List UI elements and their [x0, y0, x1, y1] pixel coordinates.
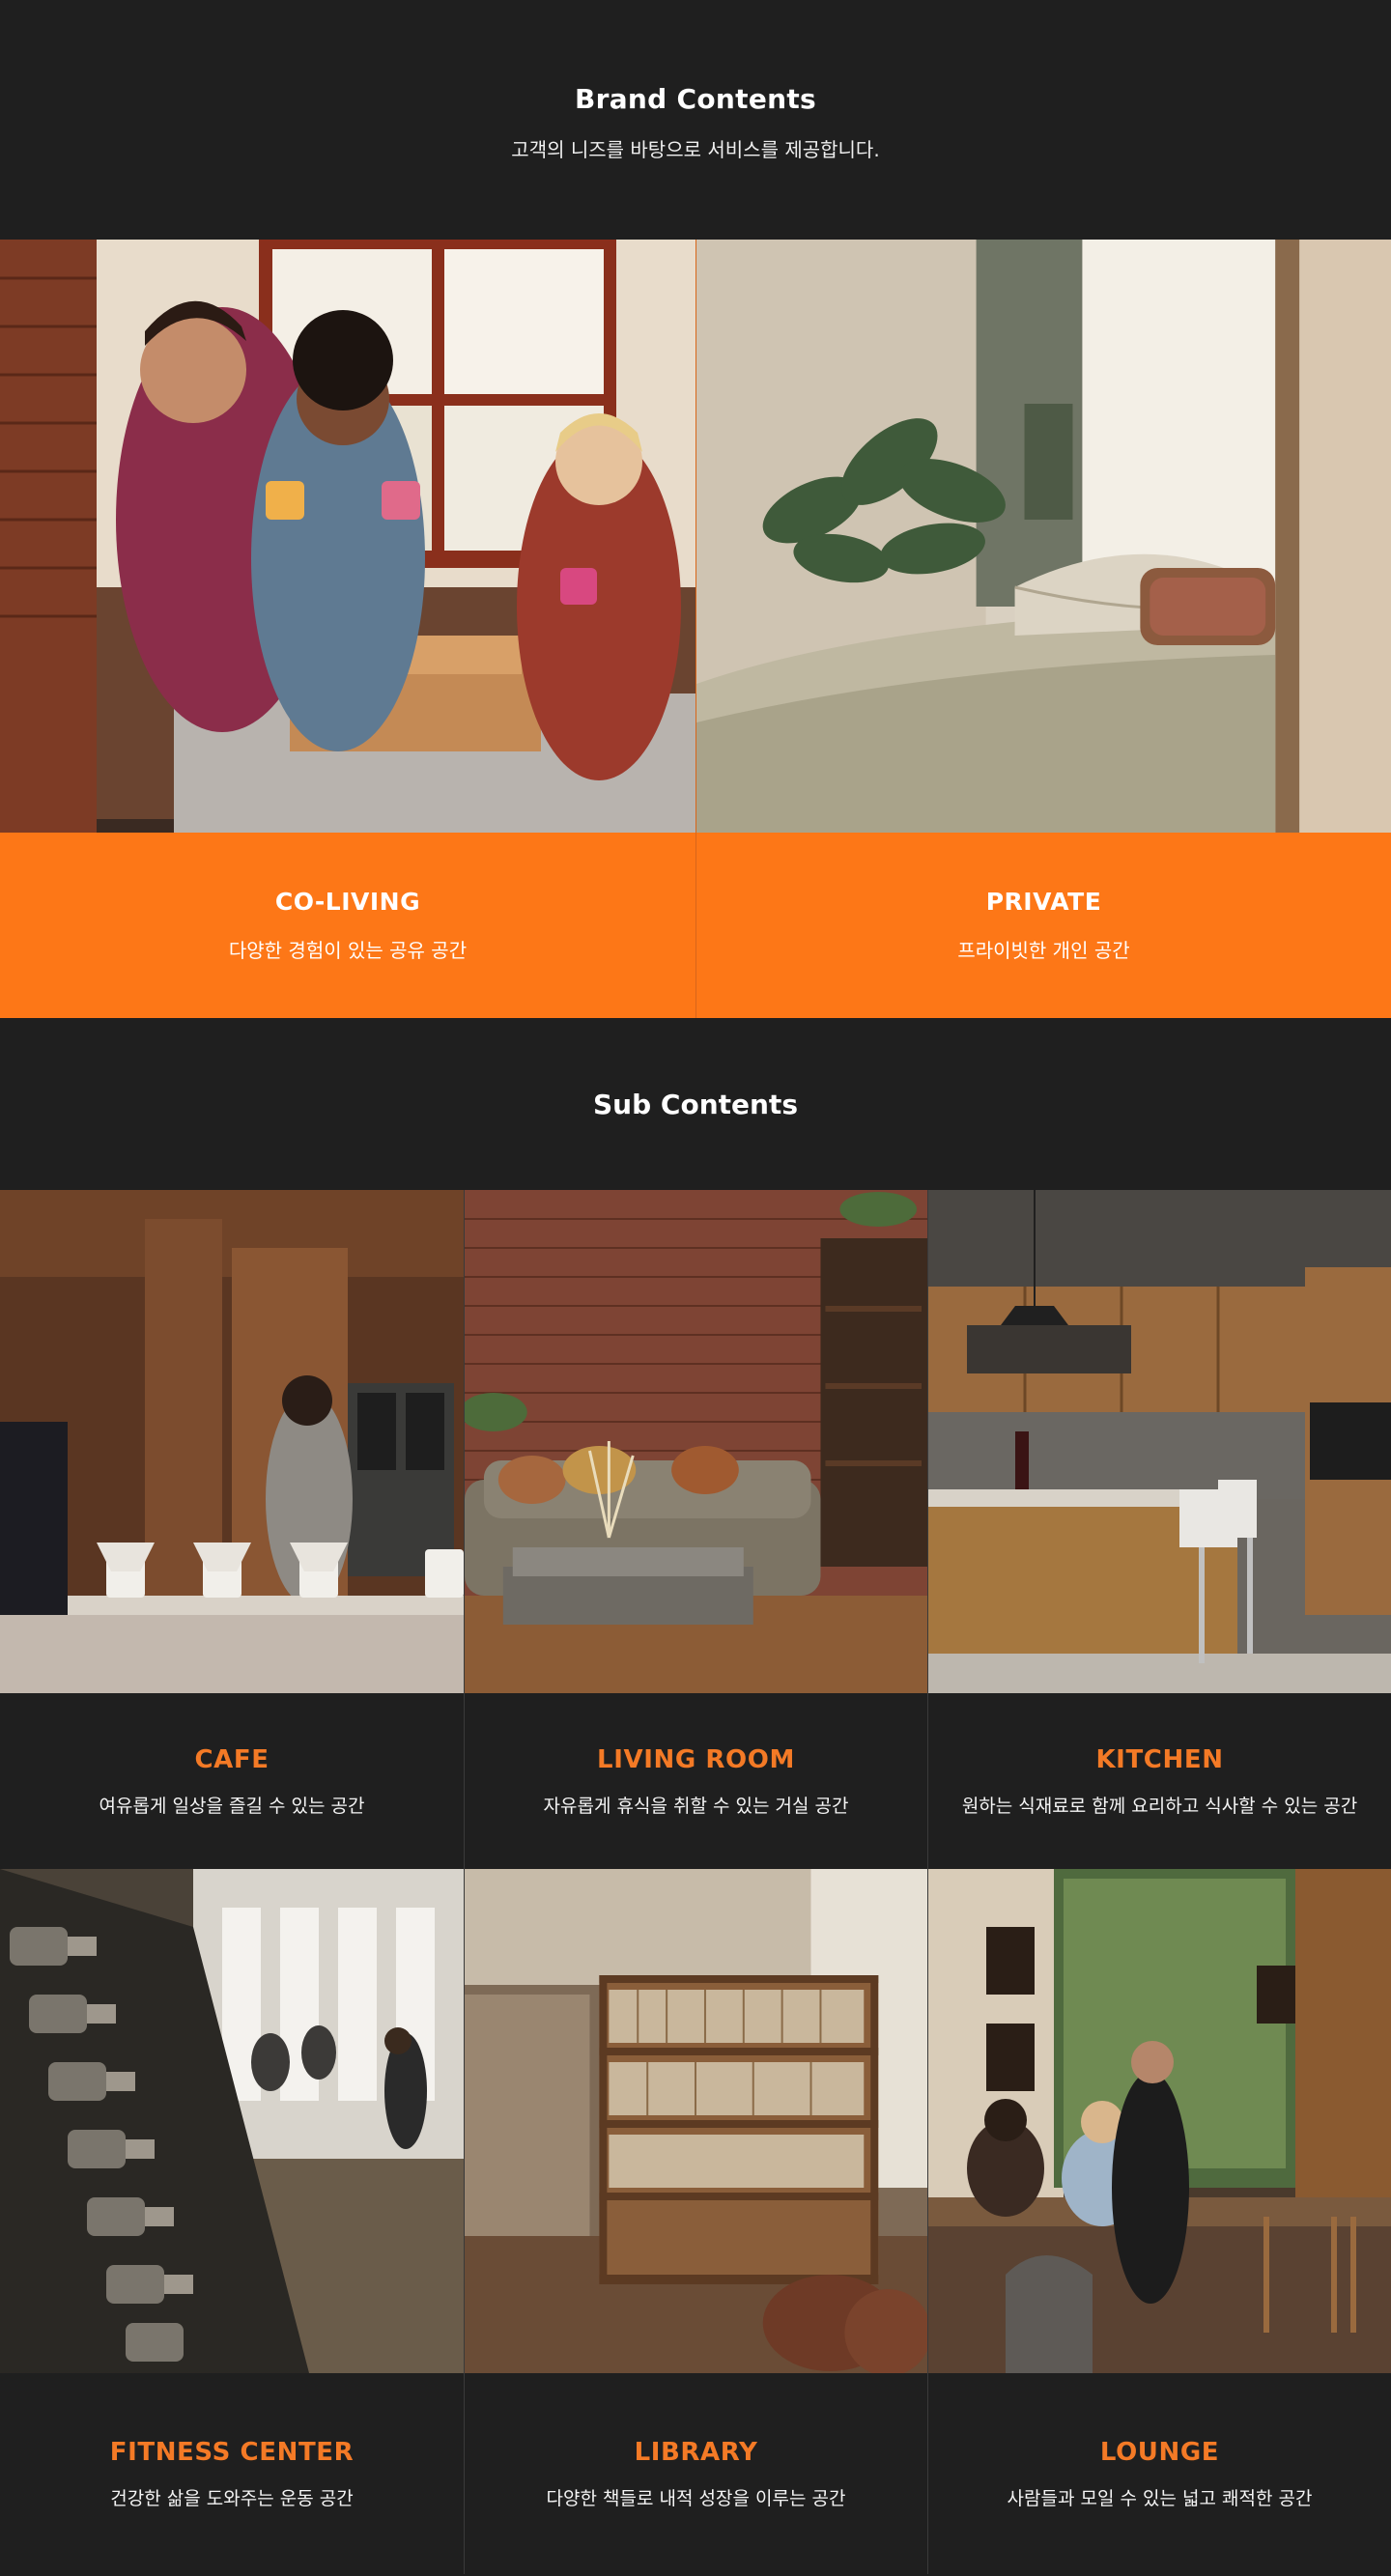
sub-card-cafe[interactable]: CAFE 여유롭게 일상을 즐길 수 있는 공간: [0, 1190, 464, 1869]
sub-cards-row-2: FITNESS CENTER 건강한 삶을 도와주는 운동 공간 LIBRARY…: [0, 1869, 1391, 2574]
sub-card-kitchen[interactable]: KITCHEN 원하는 식재료로 함께 요리하고 식사할 수 있는 공간: [928, 1190, 1391, 1869]
cafe-title: CAFE: [194, 1744, 270, 1774]
library-desc: 다양한 책들로 내적 성장을 이루는 공간: [546, 2487, 846, 2509]
kitchen-desc: 원하는 식재료로 함께 요리하고 식사할 수 있는 공간: [961, 1795, 1358, 1817]
brand-cards: CO-LIVING 다양한 경험이 있는 공유 공간 PRIVATE 프라이빗한…: [0, 240, 1391, 1018]
sub-card-fitness-center[interactable]: FITNESS CENTER 건강한 삶을 도와주는 운동 공간: [0, 1869, 464, 2574]
library-title: LIBRARY: [634, 2437, 758, 2467]
sub-card-library[interactable]: LIBRARY 다양한 책들로 내적 성장을 이루는 공간: [464, 1869, 928, 2574]
sub-card-living-room[interactable]: LIVING ROOM 자유롭게 휴식을 취할 수 있는 거실 공간: [464, 1190, 928, 1869]
sub-card-lounge[interactable]: LOUNGE 사람들과 모일 수 있는 넓고 쾌적한 공간: [928, 1869, 1391, 2574]
coliving-title: CO-LIVING: [274, 888, 421, 916]
fitness-center-desc: 건강한 삶을 도와주는 운동 공간: [110, 2487, 354, 2509]
lounge-title: LOUNGE: [1099, 2437, 1220, 2467]
fitness-center-title: FITNESS CENTER: [109, 2437, 355, 2467]
brand-contents-title: Brand Contents: [574, 83, 817, 115]
cafe-caption: CAFE 여유롭게 일상을 즐길 수 있는 공간: [0, 1693, 464, 1869]
living-room-photo: [465, 1190, 927, 1693]
brand-card-private[interactable]: PRIVATE 프라이빗한 개인 공간: [696, 240, 1391, 1018]
private-desc: 프라이빗한 개인 공간: [957, 939, 1130, 962]
fitness-center-caption: FITNESS CENTER 건강한 삶을 도와주는 운동 공간: [0, 2373, 464, 2574]
private-title: PRIVATE: [985, 888, 1102, 916]
brand-card-coliving[interactable]: CO-LIVING 다양한 경험이 있는 공유 공간: [0, 240, 696, 1018]
cafe-desc: 여유롭게 일상을 즐길 수 있는 공간: [99, 1795, 365, 1817]
private-caption: PRIVATE 프라이빗한 개인 공간: [696, 833, 1391, 1018]
sub-contents-header: Sub Contents: [0, 1018, 1391, 1190]
kitchen-caption: KITCHEN 원하는 식재료로 함께 요리하고 식사할 수 있는 공간: [928, 1693, 1391, 1869]
cafe-photo: [0, 1190, 464, 1693]
lounge-desc: 사람들과 모일 수 있는 넓고 쾌적한 공간: [1007, 2487, 1313, 2509]
library-caption: LIBRARY 다양한 책들로 내적 성장을 이루는 공간: [465, 2373, 927, 2574]
coliving-photo: [0, 240, 696, 833]
living-room-caption: LIVING ROOM 자유롭게 휴식을 취할 수 있는 거실 공간: [465, 1693, 927, 1869]
living-room-desc: 자유롭게 휴식을 취할 수 있는 거실 공간: [543, 1795, 849, 1817]
kitchen-photo: [928, 1190, 1391, 1693]
brand-contents-subtitle: 고객의 니즈를 바탕으로 서비스를 제공합니다.: [511, 138, 880, 161]
kitchen-title: KITCHEN: [1095, 1744, 1224, 1774]
lounge-caption: LOUNGE 사람들과 모일 수 있는 넓고 쾌적한 공간: [928, 2373, 1391, 2574]
living-room-title: LIVING ROOM: [597, 1744, 795, 1774]
brand-contents-header: Brand Contents 고객의 니즈를 바탕으로 서비스를 제공합니다.: [0, 0, 1391, 240]
sub-cards-row-1: CAFE 여유롭게 일상을 즐길 수 있는 공간 LIVING ROOM 자유롭…: [0, 1190, 1391, 1869]
coliving-caption: CO-LIVING 다양한 경험이 있는 공유 공간: [0, 833, 696, 1018]
fitness-center-photo: [0, 1869, 464, 2373]
library-photo: [465, 1869, 927, 2373]
sub-contents-title: Sub Contents: [593, 1088, 798, 1120]
lounge-photo: [928, 1869, 1391, 2373]
private-photo: [696, 240, 1391, 833]
coliving-desc: 다양한 경험이 있는 공유 공간: [228, 939, 468, 962]
